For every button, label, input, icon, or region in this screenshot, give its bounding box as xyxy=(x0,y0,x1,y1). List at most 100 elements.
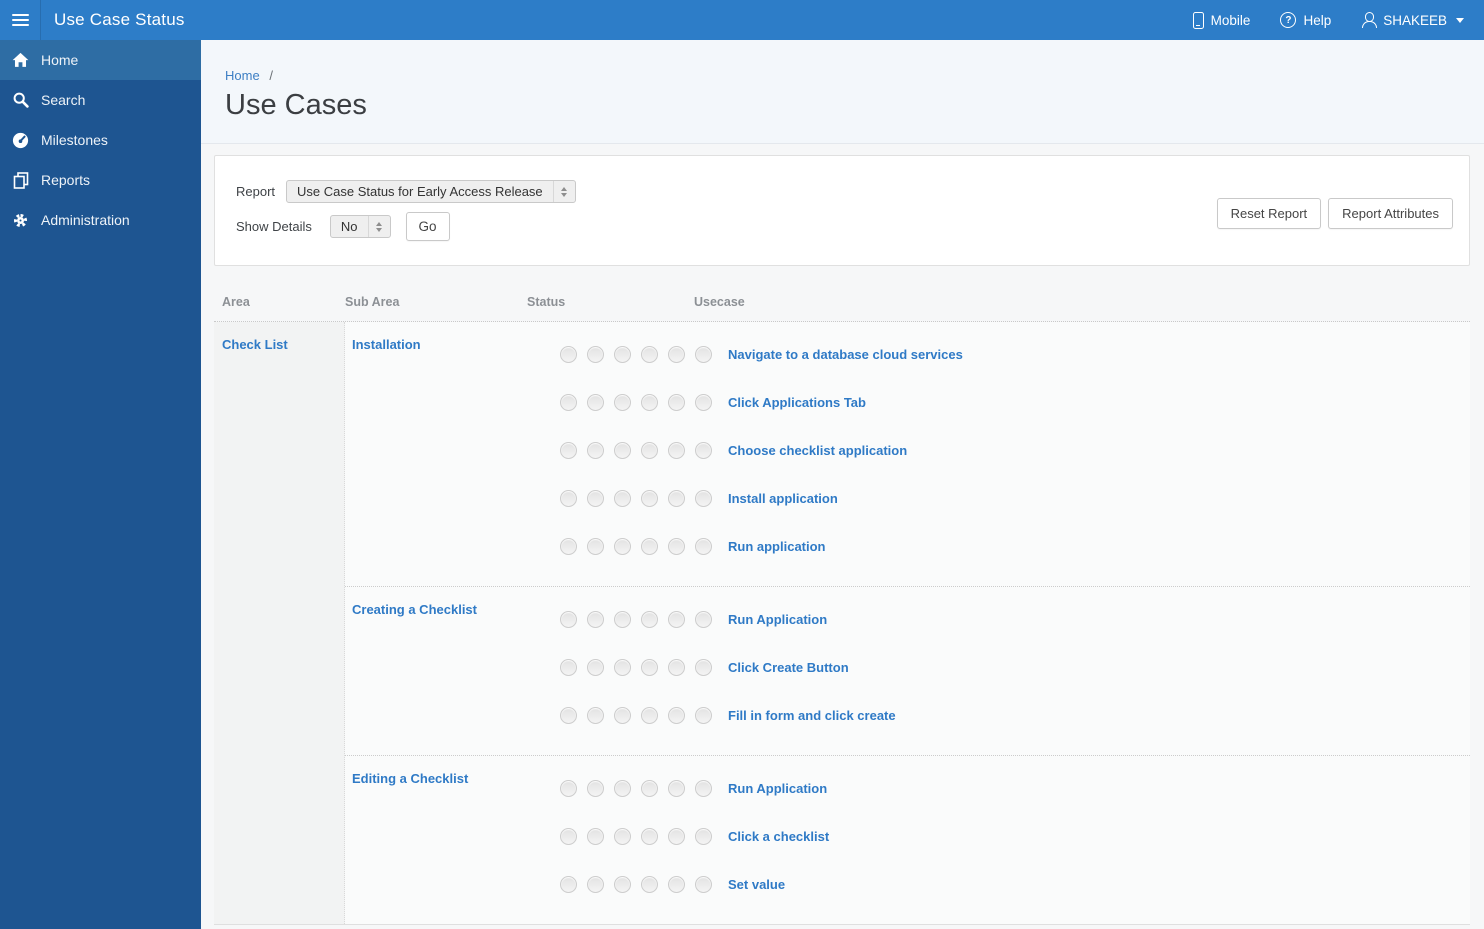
subarea-link[interactable]: Editing a Checklist xyxy=(352,771,468,786)
status-circle[interactable] xyxy=(641,875,658,893)
status-circle[interactable] xyxy=(668,658,685,676)
status-circle[interactable] xyxy=(587,537,604,555)
sidebar-item-search[interactable]: Search xyxy=(0,80,201,120)
status-circle[interactable] xyxy=(587,345,604,363)
status-circle[interactable] xyxy=(641,779,658,797)
status-circle[interactable] xyxy=(641,441,658,459)
status-circle[interactable] xyxy=(668,827,685,845)
status-circle[interactable] xyxy=(614,489,631,507)
sidebar-toggle-button[interactable] xyxy=(0,0,41,40)
status-circle[interactable] xyxy=(641,489,658,507)
show-details-select[interactable]: No xyxy=(329,215,391,238)
status-circle[interactable] xyxy=(560,610,577,628)
usecase-link[interactable]: Set value xyxy=(728,877,785,892)
status-circle[interactable] xyxy=(614,658,631,676)
status-circle[interactable] xyxy=(668,537,685,555)
status-circle[interactable] xyxy=(560,779,577,797)
report-attributes-button[interactable]: Report Attributes xyxy=(1328,198,1453,229)
user-name: SHAKEEB xyxy=(1383,12,1447,28)
status-circle[interactable] xyxy=(614,393,631,411)
status-circle[interactable] xyxy=(641,610,658,628)
status-circle[interactable] xyxy=(695,779,712,797)
status-circle[interactable] xyxy=(695,706,712,724)
status-circle[interactable] xyxy=(560,658,577,676)
status-circle[interactable] xyxy=(560,706,577,724)
status-circle[interactable] xyxy=(668,875,685,893)
status-circle[interactable] xyxy=(560,345,577,363)
status-circle[interactable] xyxy=(641,827,658,845)
status-circle[interactable] xyxy=(587,489,604,507)
status-circle[interactable] xyxy=(587,393,604,411)
reset-report-button[interactable]: Reset Report xyxy=(1216,198,1322,229)
status-circle[interactable] xyxy=(695,827,712,845)
status-circle[interactable] xyxy=(695,537,712,555)
status-circle[interactable] xyxy=(641,393,658,411)
breadcrumb-home-link[interactable]: Home xyxy=(225,68,260,83)
user-menu-button[interactable]: SHAKEEB xyxy=(1361,12,1464,28)
status-circle[interactable] xyxy=(668,441,685,459)
status-circle[interactable] xyxy=(587,827,604,845)
status-circle[interactable] xyxy=(587,706,604,724)
status-circle[interactable] xyxy=(668,610,685,628)
status-circle[interactable] xyxy=(668,345,685,363)
status-circle[interactable] xyxy=(695,610,712,628)
status-circle[interactable] xyxy=(614,875,631,893)
status-circle[interactable] xyxy=(614,610,631,628)
status-circle[interactable] xyxy=(668,779,685,797)
status-circle[interactable] xyxy=(695,875,712,893)
area-link[interactable]: Check List xyxy=(222,337,288,352)
usecase-link[interactable]: Click a checklist xyxy=(728,829,829,844)
sidebar-item-milestones[interactable]: Milestones xyxy=(0,120,201,160)
status-circle[interactable] xyxy=(668,393,685,411)
status-circle[interactable] xyxy=(560,827,577,845)
status-circle[interactable] xyxy=(614,827,631,845)
status-circle[interactable] xyxy=(614,706,631,724)
status-circle[interactable] xyxy=(641,345,658,363)
usecase-row: Set value xyxy=(552,860,1470,908)
status-circle[interactable] xyxy=(641,658,658,676)
status-circle[interactable] xyxy=(587,658,604,676)
status-circle[interactable] xyxy=(641,537,658,555)
status-circle[interactable] xyxy=(614,441,631,459)
top-bar: Use Case Status Mobile ? Help SHAKEEB xyxy=(0,0,1484,40)
status-circle[interactable] xyxy=(560,875,577,893)
status-circle[interactable] xyxy=(614,537,631,555)
usecase-link[interactable]: Choose checklist application xyxy=(728,443,907,458)
status-circle[interactable] xyxy=(560,393,577,411)
status-circle[interactable] xyxy=(695,345,712,363)
help-button[interactable]: ? Help xyxy=(1280,12,1331,28)
status-circle[interactable] xyxy=(587,441,604,459)
subarea-link[interactable]: Creating a Checklist xyxy=(352,602,477,617)
subarea-link[interactable]: Installation xyxy=(352,337,421,352)
report-select[interactable]: Use Case Status for Early Access Release xyxy=(286,180,576,203)
usecase-link[interactable]: Run Application xyxy=(728,612,827,627)
usecase-link[interactable]: Navigate to a database cloud services xyxy=(728,347,963,362)
status-circle[interactable] xyxy=(587,779,604,797)
usecase-link[interactable]: Fill in form and click create xyxy=(728,708,896,723)
status-circle[interactable] xyxy=(668,706,685,724)
sidebar-item-home[interactable]: Home xyxy=(0,40,201,80)
status-circle[interactable] xyxy=(641,706,658,724)
sidebar-item-reports[interactable]: Reports xyxy=(0,160,201,200)
status-circle[interactable] xyxy=(560,537,577,555)
status-circle[interactable] xyxy=(614,345,631,363)
go-button[interactable]: Go xyxy=(405,212,450,241)
usecase-link[interactable]: Click Applications Tab xyxy=(728,395,866,410)
sidebar-item-administration[interactable]: Administration xyxy=(0,200,201,240)
status-circle[interactable] xyxy=(560,441,577,459)
status-circle[interactable] xyxy=(668,489,685,507)
usecase-link[interactable]: Run application xyxy=(728,539,826,554)
usecase-link[interactable]: Run Application xyxy=(728,781,827,796)
status-circle[interactable] xyxy=(695,658,712,676)
status-circle[interactable] xyxy=(587,875,604,893)
status-circle[interactable] xyxy=(695,393,712,411)
status-circle[interactable] xyxy=(695,441,712,459)
status-circle[interactable] xyxy=(560,489,577,507)
usecase-link[interactable]: Click Create Button xyxy=(728,660,849,675)
status-circle[interactable] xyxy=(587,610,604,628)
status-circles xyxy=(560,610,722,628)
mobile-button[interactable]: Mobile xyxy=(1192,11,1250,29)
status-circle[interactable] xyxy=(695,489,712,507)
usecase-link[interactable]: Install application xyxy=(728,491,838,506)
status-circle[interactable] xyxy=(614,779,631,797)
